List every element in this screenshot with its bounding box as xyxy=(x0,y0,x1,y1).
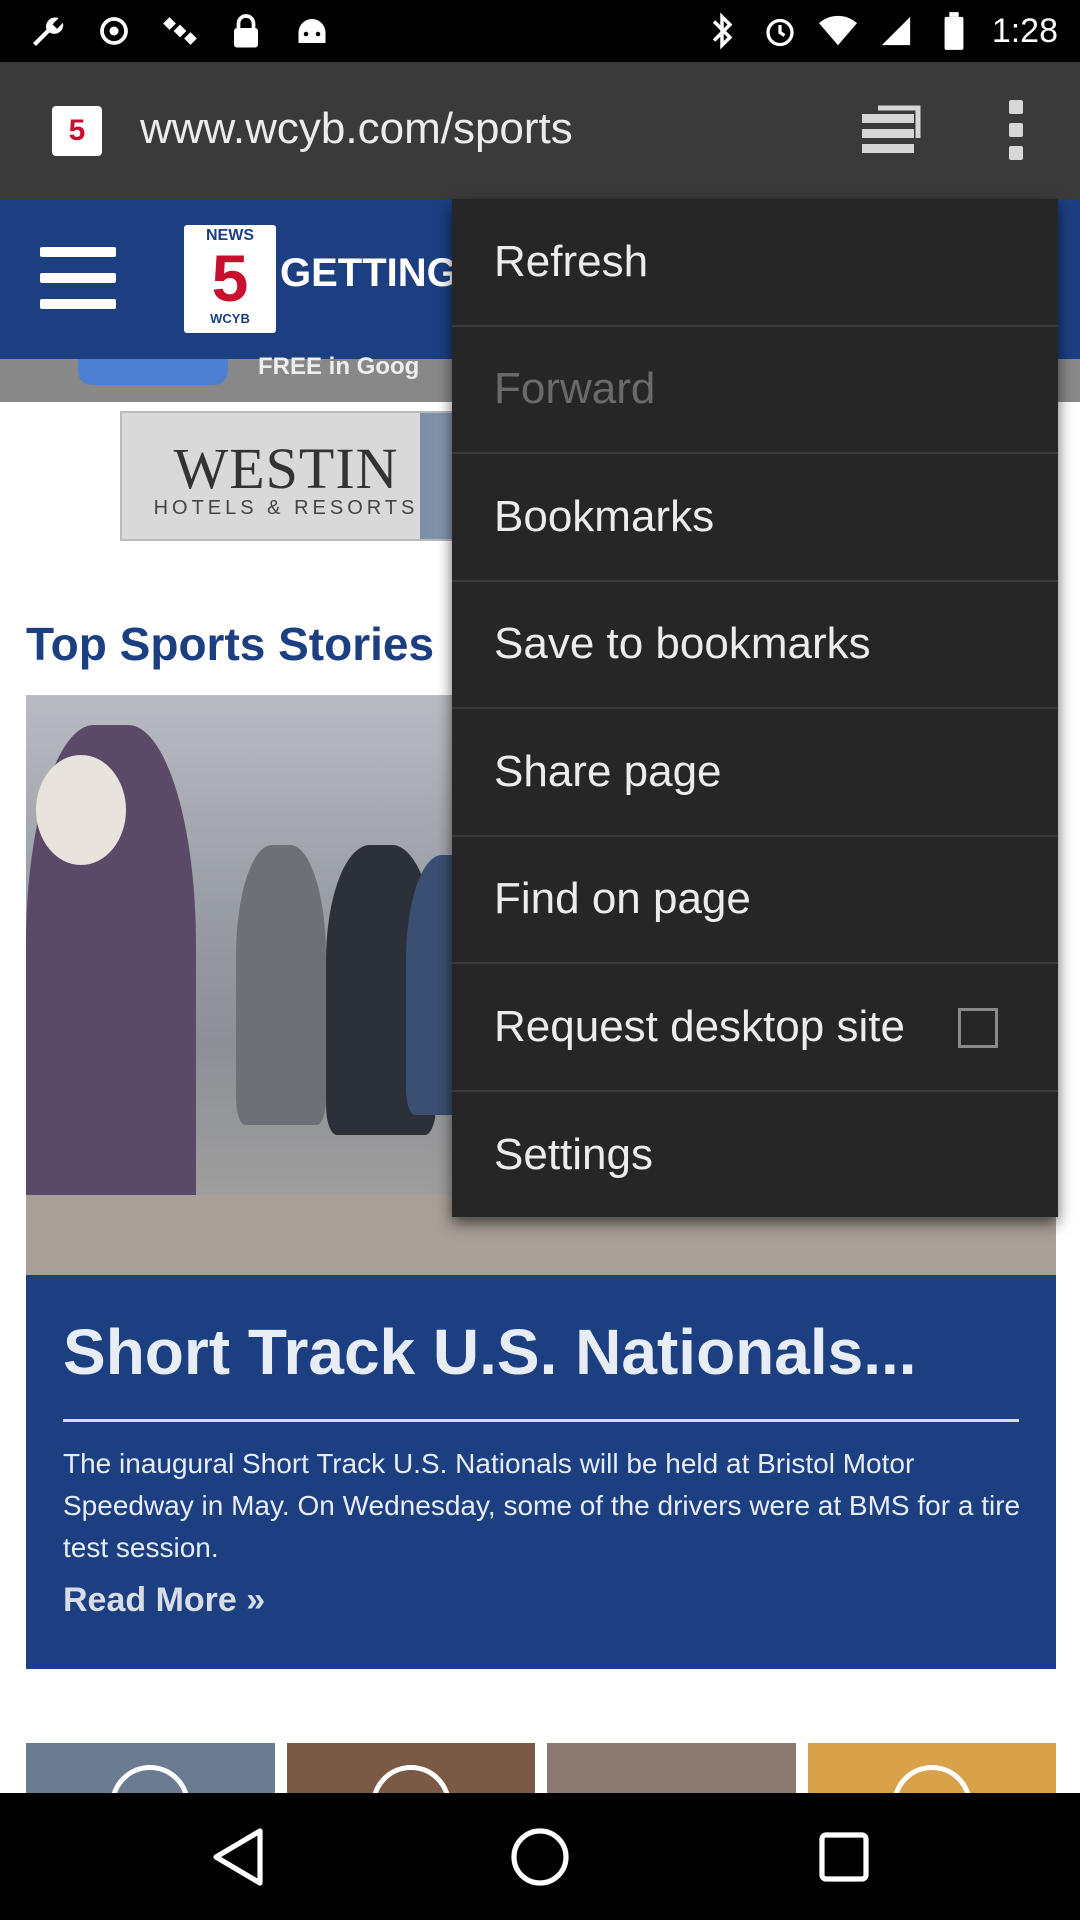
menu-item-save-to-bookmarks[interactable]: Save to bookmarks xyxy=(452,582,1058,709)
ad-tagline: HOTELS & RESORTS xyxy=(153,497,419,519)
promo-pill xyxy=(78,359,228,385)
menu-item-find-on-page[interactable]: Find on page xyxy=(452,837,1058,964)
header-promo-text[interactable]: GETTING xyxy=(280,251,458,296)
video-thumbnail[interactable] xyxy=(807,1743,1056,1793)
wrench-icon xyxy=(28,11,68,51)
status-bar: 1:28 xyxy=(0,0,1080,62)
play-icon xyxy=(891,1765,972,1793)
tab-switcher-icon[interactable] xyxy=(858,102,922,158)
signal-icon xyxy=(876,11,916,51)
site-logo[interactable]: NEWS 5 WCYB xyxy=(184,225,276,333)
menu-item-share-page[interactable]: Share page xyxy=(452,709,1058,837)
android-icon xyxy=(292,11,332,51)
menu-item-refresh[interactable]: Refresh xyxy=(452,199,1058,327)
lock-icon xyxy=(226,11,266,51)
recents-icon[interactable] xyxy=(802,1815,886,1899)
overflow-menu-icon[interactable] xyxy=(996,100,1036,160)
home-icon[interactable] xyxy=(498,1815,582,1899)
favicon-text: 5 xyxy=(68,114,86,147)
story-title[interactable]: Short Track U.S. Nationals... xyxy=(63,1315,917,1389)
story-summary: The inaugural Short Track U.S. Nationals… xyxy=(63,1448,1021,1563)
battery-icon xyxy=(934,11,974,51)
video-thumbnail[interactable] xyxy=(547,1743,796,1793)
story-text-panel: Short Track U.S. Nationals... The inaugu… xyxy=(26,1275,1056,1669)
menu-item-label: Refresh xyxy=(494,236,649,286)
alarm-icon xyxy=(760,11,800,51)
browser-overflow-menu: Refresh Forward Bookmarks Save to bookma… xyxy=(452,199,1058,1217)
section-title: Top Sports Stories xyxy=(26,618,435,670)
satellite-icon xyxy=(160,11,200,51)
logo-bottom-text: WCYB xyxy=(210,311,250,326)
back-icon[interactable] xyxy=(196,1815,280,1899)
browser-toolbar: 5 www.wcyb.com/sports xyxy=(0,62,1080,199)
menu-item-label: Save to bookmarks xyxy=(494,619,871,669)
menu-item-label: Settings xyxy=(494,1130,653,1180)
menu-item-request-desktop-site[interactable]: Request desktop site xyxy=(452,964,1058,1092)
menu-item-label: Request desktop site xyxy=(494,1001,905,1051)
bluetooth-icon xyxy=(702,11,742,51)
site-favicon: 5 xyxy=(52,106,102,156)
system-nav-bar xyxy=(0,1793,1080,1920)
promo-strip-text: FREE in Goog xyxy=(258,353,420,380)
video-thumbnail[interactable] xyxy=(286,1743,535,1793)
logo-number: 5 xyxy=(211,241,249,315)
menu-item-label: Share page xyxy=(494,746,722,796)
read-more-link[interactable]: Read More » xyxy=(63,1581,265,1620)
menu-item-label: Forward xyxy=(494,364,656,414)
menu-item-forward: Forward xyxy=(452,327,1058,454)
menu-item-settings[interactable]: Settings xyxy=(452,1092,1058,1220)
desktop-site-checkbox[interactable] xyxy=(958,1008,998,1048)
play-icon xyxy=(110,1765,191,1793)
menu-item-bookmarks[interactable]: Bookmarks xyxy=(452,454,1058,582)
menu-item-label: Bookmarks xyxy=(494,491,715,541)
wifi-icon xyxy=(818,11,858,51)
menu-item-label: Find on page xyxy=(494,874,751,924)
video-thumbnail[interactable] xyxy=(26,1743,275,1793)
url-field[interactable]: www.wcyb.com/sports xyxy=(140,104,573,154)
play-icon xyxy=(370,1765,451,1793)
story-divider xyxy=(63,1419,1019,1422)
ad-brand: WESTIN xyxy=(173,436,399,501)
video-thumbnails xyxy=(26,1743,1056,1793)
fake-gps-icon xyxy=(94,11,134,51)
site-menu-icon[interactable] xyxy=(40,247,116,309)
clock: 1:28 xyxy=(991,11,1058,50)
